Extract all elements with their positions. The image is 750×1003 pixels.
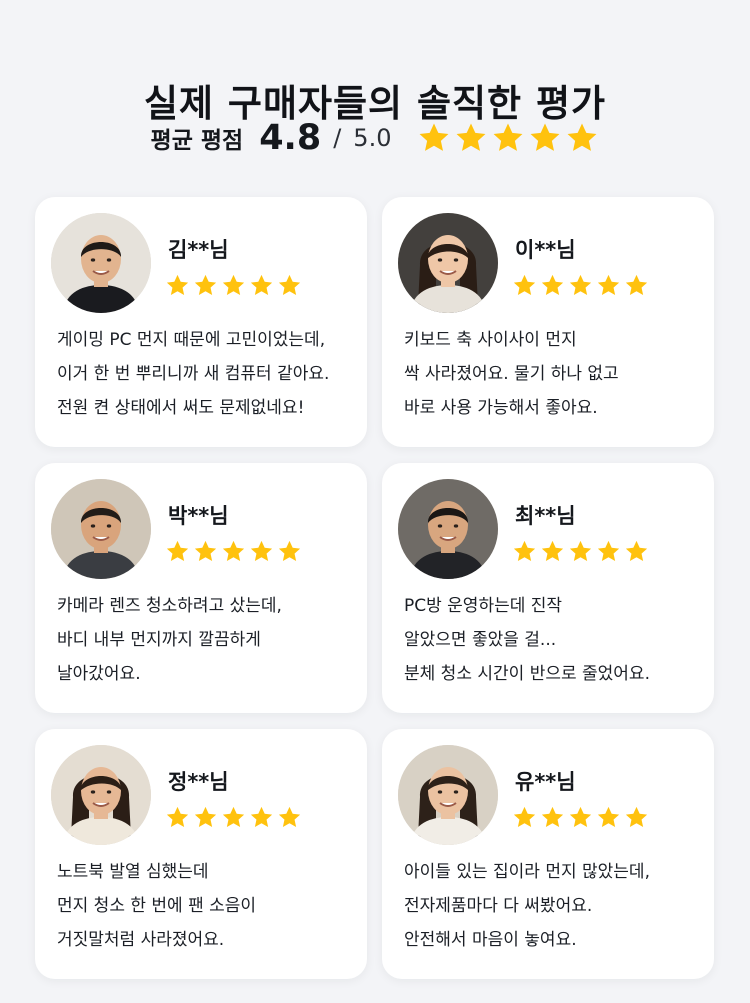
star-icon — [569, 274, 592, 295]
review-stars — [165, 539, 302, 564]
reviews-page: 실제 구매자들의 솔직한 평가 평균 평점 4.8 / 5.0 김**님 게이밍… — [0, 0, 750, 1003]
review-line: 키보드 축 사이사이 먼지 — [404, 330, 577, 350]
reviewer-name: 유**님 — [515, 770, 576, 794]
average-rating-label: 평균 평점 — [150, 128, 244, 154]
star-icon — [420, 123, 449, 151]
review-card: 박**님 카메라 렌즈 청소하려고 샀는데, 바디 내부 먼지까지 깔끔하게 날… — [35, 463, 367, 713]
star-icon — [541, 274, 564, 295]
review-line: 분체 청소 시간이 반으로 줄었어요. — [404, 664, 650, 684]
star-icon — [531, 123, 560, 151]
avatar-icon — [398, 479, 498, 579]
star-icon — [494, 123, 523, 151]
review-card: 최**님 PC방 운영하는데 진작 알았으면 좋았을 걸... 분체 청소 시간… — [382, 463, 714, 713]
review-stars — [512, 539, 649, 564]
star-icon — [278, 540, 301, 561]
reviewer-avatar — [51, 745, 151, 845]
star-icon — [250, 274, 273, 295]
review-line: 바로 사용 가능해서 좋아요. — [404, 398, 598, 418]
review-line: 노트북 발열 심했는데 — [57, 862, 209, 882]
star-icon — [166, 540, 189, 561]
avatar-icon — [51, 745, 151, 845]
average-rating-value: 4.8 — [259, 118, 322, 158]
review-line: 거짓말처럼 사라졌어요. — [57, 930, 225, 950]
average-rating-max: 5.0 — [353, 124, 392, 152]
star-icon — [513, 540, 536, 561]
star-icon — [222, 540, 245, 561]
star-icon — [166, 274, 189, 295]
review-line: 날아갔어요. — [57, 664, 141, 684]
star-icon — [541, 806, 564, 827]
reviewer-name: 김**님 — [168, 238, 229, 262]
star-icon — [625, 274, 648, 295]
review-text: 노트북 발열 심했는데 먼지 청소 한 번에 팬 소음이 거짓말처럼 사라졌어요… — [57, 855, 359, 957]
star-icon — [541, 540, 564, 561]
reviewer-avatar — [51, 479, 151, 579]
review-text: 게이밍 PC 먼지 때문에 고민이었는데, 이거 한 번 뿌리니까 새 컴퓨터 … — [57, 323, 359, 425]
review-line: 아이들 있는 집이라 먼지 많았는데, — [404, 862, 650, 882]
star-icon — [278, 806, 301, 827]
review-card: 정**님 노트북 발열 심했는데 먼지 청소 한 번에 팬 소음이 거짓말처럼 … — [35, 729, 367, 979]
star-icon — [513, 806, 536, 827]
review-line: 싹 사라졌어요. 물기 하나 없고 — [404, 364, 619, 384]
review-line: 게이밍 PC 먼지 때문에 고민이었는데, — [57, 330, 326, 350]
review-line: 전자제품마다 다 써봤어요. — [404, 896, 593, 916]
review-line: 카메라 렌즈 청소하려고 샀는데, — [57, 596, 282, 616]
review-text: 카메라 렌즈 청소하려고 샀는데, 바디 내부 먼지까지 깔끔하게 날아갔어요. — [57, 589, 359, 691]
star-icon — [597, 806, 620, 827]
review-text: 키보드 축 사이사이 먼지 싹 사라졌어요. 물기 하나 없고 바로 사용 가능… — [404, 323, 706, 425]
star-icon — [597, 274, 620, 295]
avatar-icon — [51, 479, 151, 579]
average-rating-stars — [417, 121, 599, 155]
star-icon — [569, 806, 592, 827]
star-icon — [597, 540, 620, 561]
star-icon — [625, 540, 648, 561]
reviewer-name: 이**님 — [515, 238, 576, 262]
average-rating: 평균 평점 4.8 / 5.0 — [0, 114, 750, 162]
star-icon — [568, 123, 597, 151]
review-line: 바디 내부 먼지까지 깔끔하게 — [57, 630, 261, 650]
review-line: 전원 켠 상태에서 써도 문제없네요! — [57, 398, 305, 418]
star-icon — [625, 806, 648, 827]
reviewer-name: 박**님 — [168, 504, 229, 528]
review-stars — [165, 805, 302, 830]
review-stars — [512, 805, 649, 830]
star-icon — [194, 540, 217, 561]
review-card: 이**님 키보드 축 사이사이 먼지 싹 사라졌어요. 물기 하나 없고 바로 … — [382, 197, 714, 447]
avatar-icon — [51, 213, 151, 313]
review-line: 알았으면 좋았을 걸... — [404, 630, 557, 650]
avatar-icon — [398, 745, 498, 845]
star-icon — [569, 540, 592, 561]
star-icon — [250, 540, 273, 561]
review-text: 아이들 있는 집이라 먼지 많았는데, 전자제품마다 다 써봤어요. 안전해서 … — [404, 855, 706, 957]
review-stars — [165, 273, 302, 298]
average-rating-separator: / — [333, 124, 342, 152]
review-stars — [512, 273, 649, 298]
reviewer-name: 정**님 — [168, 770, 229, 794]
review-line: 안전해서 마음이 놓여요. — [404, 930, 577, 950]
review-line: PC방 운영하는데 진작 — [404, 596, 563, 616]
star-icon — [166, 806, 189, 827]
reviewer-avatar — [398, 479, 498, 579]
review-card: 유**님 아이들 있는 집이라 먼지 많았는데, 전자제품마다 다 써봤어요. … — [382, 729, 714, 979]
star-icon — [250, 806, 273, 827]
star-icon — [457, 123, 486, 151]
star-icon — [222, 806, 245, 827]
review-text: PC방 운영하는데 진작 알았으면 좋았을 걸... 분체 청소 시간이 반으로… — [404, 589, 706, 691]
review-line: 이거 한 번 뿌리니까 새 컴퓨터 같아요. — [57, 364, 330, 384]
star-icon — [194, 274, 217, 295]
star-icon — [278, 274, 301, 295]
star-icon — [222, 274, 245, 295]
review-line: 먼지 청소 한 번에 팬 소음이 — [57, 896, 257, 916]
reviewer-name: 최**님 — [515, 504, 576, 528]
star-icon — [194, 806, 217, 827]
review-card: 김**님 게이밍 PC 먼지 때문에 고민이었는데, 이거 한 번 뿌리니까 새… — [35, 197, 367, 447]
reviewer-avatar — [398, 745, 498, 845]
reviewer-avatar — [398, 213, 498, 313]
star-icon — [513, 274, 536, 295]
avatar-icon — [398, 213, 498, 313]
reviewer-avatar — [51, 213, 151, 313]
